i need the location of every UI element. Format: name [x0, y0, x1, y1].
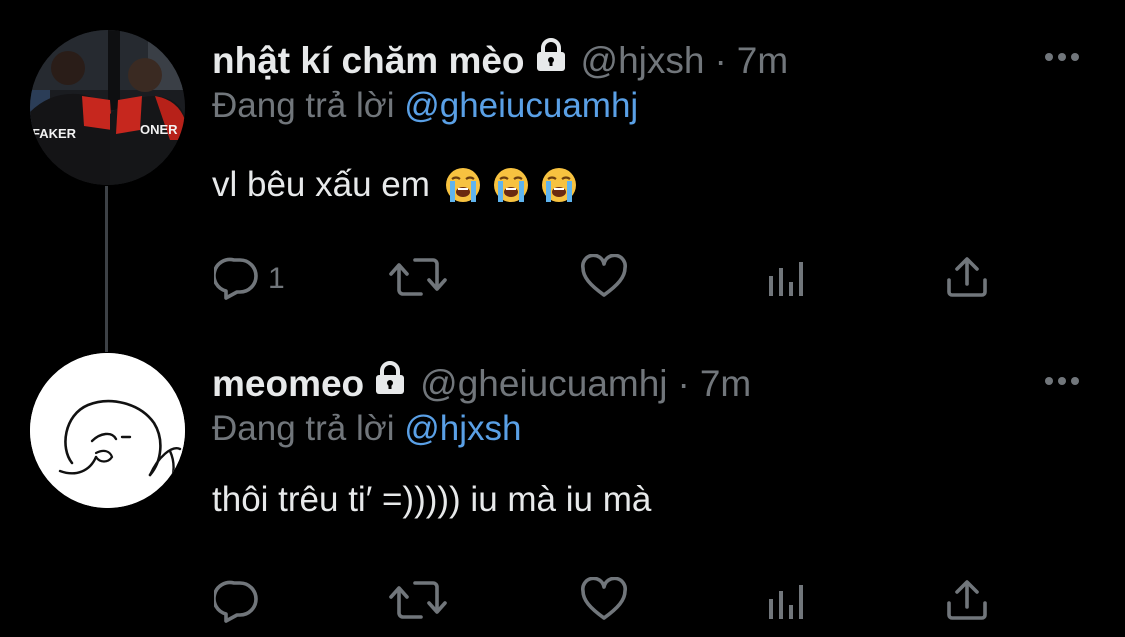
reply-prefix: Đang trả lời: [212, 86, 395, 125]
retweet-icon: [388, 254, 448, 300]
replying-to: Đang trả lời @gheiucuamhj: [212, 86, 638, 132]
more-horizontal-icon[interactable]: [1042, 50, 1082, 64]
reply-icon: [214, 254, 260, 300]
separator-dot: ·: [714, 40, 727, 81]
tweet-text-content: thôi trêu ti′ =))))) iu mà iu mà: [212, 480, 652, 519]
like-button[interactable]: [580, 252, 628, 302]
share-icon: [944, 254, 990, 300]
share-button[interactable]: [944, 575, 990, 625]
reply-icon: [214, 577, 260, 623]
avatar[interactable]: FAKER ONER: [30, 30, 185, 185]
reply-prefix: Đang trả lời: [212, 409, 395, 448]
tweet-text: vl bêu xấu em: [212, 162, 578, 208]
analytics-icon: [765, 577, 809, 623]
avatar-label-oner: ONER: [140, 122, 178, 137]
tweet-thread: FAKER ONER nhật kí chăm mèo @hjxsh · 7m: [0, 0, 1125, 637]
avatar[interactable]: [30, 353, 185, 508]
share-button[interactable]: [944, 252, 990, 302]
separator-dot: ·: [677, 363, 690, 404]
reply-count: 1: [268, 262, 285, 295]
reply-button[interactable]: [214, 575, 260, 625]
reply-button[interactable]: 1: [214, 252, 285, 302]
handle[interactable]: @hjxsh: [581, 40, 705, 82]
loudly-crying-face-icon: [540, 166, 578, 204]
tweet-header: meomeo @gheiucuamhj · 7m: [212, 359, 751, 409]
loudly-crying-face-icon: [444, 166, 482, 204]
avatar-label-faker: FAKER: [32, 126, 77, 141]
retweet-icon: [388, 577, 448, 623]
display-name[interactable]: meomeo: [212, 363, 364, 405]
share-icon: [944, 577, 990, 623]
analytics-button[interactable]: [765, 575, 809, 625]
tweet-1[interactable]: FAKER ONER nhật kí chăm mèo @hjxsh · 7m: [0, 0, 1125, 320]
handle[interactable]: @gheiucuamhj: [420, 363, 667, 405]
reply-mention-link[interactable]: @hjxsh: [404, 409, 521, 448]
lock-icon: [374, 360, 406, 404]
replying-to: Đang trả lời @hjxsh: [212, 409, 521, 455]
more-horizontal-icon[interactable]: [1042, 374, 1082, 388]
lock-icon: [535, 37, 567, 81]
heart-icon: [580, 254, 628, 300]
tweet-actions: [210, 575, 1010, 625]
like-button[interactable]: [580, 575, 628, 625]
reply-mention-link[interactable]: @gheiucuamhj: [404, 86, 638, 125]
tweet-header: nhật kí chăm mèo @hjxsh · 7m: [212, 36, 788, 86]
loudly-crying-face-icon: [492, 166, 530, 204]
timestamp[interactable]: 7m: [737, 40, 788, 82]
tweet-text: thôi trêu ti′ =))))) iu mà iu mà: [212, 477, 651, 523]
retweet-button[interactable]: [388, 252, 448, 302]
tweet-text-content: vl bêu xấu em: [212, 165, 430, 204]
analytics-icon: [765, 254, 809, 300]
tweet-actions: 1: [210, 252, 1010, 302]
heart-icon: [580, 577, 628, 623]
tweet-2[interactable]: meomeo @gheiucuamhj · 7m Đang trả lời @h…: [0, 320, 1125, 637]
timestamp[interactable]: 7m: [700, 363, 751, 405]
analytics-button[interactable]: [765, 252, 809, 302]
display-name[interactable]: nhật kí chăm mèo: [212, 40, 525, 82]
retweet-button[interactable]: [388, 575, 448, 625]
